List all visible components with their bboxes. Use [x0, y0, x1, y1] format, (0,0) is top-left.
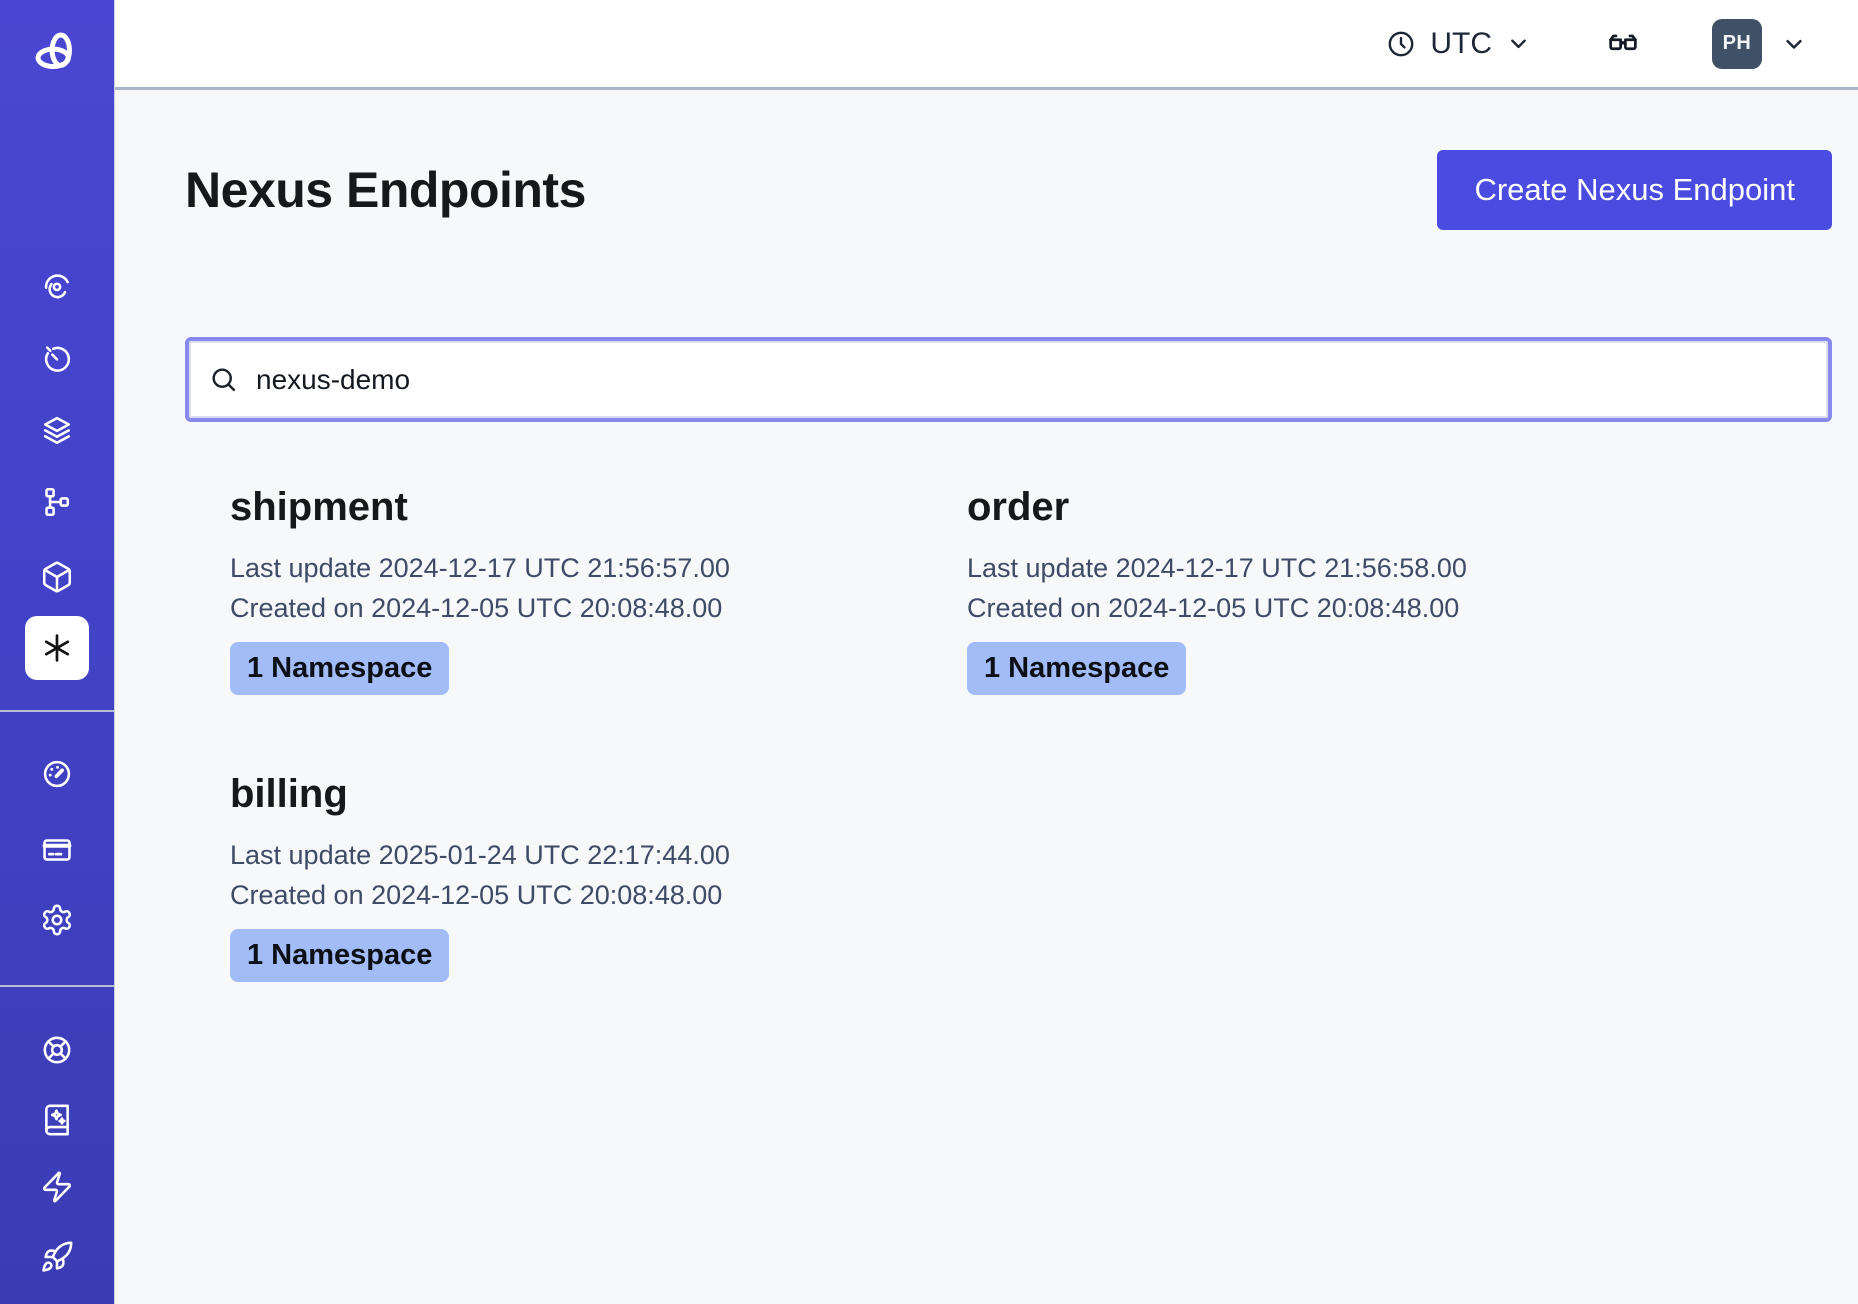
sidebar-divider [0, 710, 114, 712]
sidebar-item-getting-started[interactable] [25, 1225, 89, 1289]
support-lifebuoy-icon [40, 1033, 74, 1067]
sidebar-item-support[interactable] [25, 1018, 89, 1082]
chevron-down-icon [1780, 30, 1808, 58]
sidebar-item-workflows[interactable] [25, 254, 89, 318]
endpoint-name: billing [230, 772, 922, 817]
namespace-count-badge: 1 Namespace [230, 642, 449, 695]
deployments-icon [40, 413, 74, 447]
user-menu[interactable]: PH [1712, 19, 1808, 69]
endpoint-created-on: Created on 2024-12-05 UTC 20:08:48.00 [967, 588, 1659, 628]
page-header-row: Nexus Endpoints Create Nexus Endpoint [185, 140, 1832, 240]
endpoint-search-input[interactable] [254, 363, 1809, 397]
feedback-zap-icon [40, 1170, 74, 1204]
labs-toggle-button[interactable] [1604, 25, 1642, 63]
avatar: PH [1712, 19, 1762, 69]
endpoint-created-on: Created on 2024-12-05 UTC 20:08:48.00 [230, 875, 922, 915]
sidebar-item-docs[interactable] [25, 1088, 89, 1152]
docs-book-icon [40, 1103, 74, 1137]
chevron-down-icon [1505, 30, 1532, 57]
namespace-count-badge: 1 Namespace [967, 642, 1186, 695]
sidebar-divider [0, 985, 114, 987]
endpoint-card-grid: shipment Last update 2024-12-17 UTC 21:5… [185, 485, 1832, 1059]
sidebar-item-deployments[interactable] [25, 398, 89, 462]
endpoint-last-update: Last update 2024-12-17 UTC 21:56:57.00 [230, 548, 922, 588]
sidebar [0, 0, 115, 1304]
sidebar-item-nexus-active[interactable] [25, 616, 89, 680]
sidebar-item-settings[interactable] [25, 888, 89, 952]
nexus-icon [38, 629, 76, 667]
temporal-logo[interactable] [0, 28, 114, 80]
main-content: Nexus Endpoints Create Nexus Endpoint sh… [115, 90, 1858, 1304]
sidebar-item-feedback[interactable] [25, 1155, 89, 1219]
page-title: Nexus Endpoints [185, 161, 586, 219]
endpoint-last-update: Last update 2024-12-17 UTC 21:56:58.00 [967, 548, 1659, 588]
workflows-icon [40, 269, 74, 303]
timezone-picker[interactable]: UTC [1385, 27, 1532, 61]
billing-card-icon [40, 833, 74, 867]
batch-operations-icon [40, 485, 74, 519]
search-icon [208, 364, 239, 395]
endpoint-name: shipment [230, 485, 922, 530]
settings-gear-icon [40, 903, 74, 937]
sidebar-item-batch-operations[interactable] [25, 470, 89, 534]
sidebar-item-usage[interactable] [25, 742, 89, 806]
endpoint-card[interactable]: order Last update 2024-12-17 UTC 21:56:5… [922, 485, 1659, 695]
timezone-label: UTC [1430, 27, 1492, 61]
getting-started-rocket-icon [40, 1240, 74, 1274]
endpoint-card[interactable]: shipment Last update 2024-12-17 UTC 21:5… [185, 485, 922, 695]
glasses-icon [1604, 25, 1642, 63]
clock-icon [1385, 28, 1417, 60]
namespace-count-badge: 1 Namespace [230, 929, 449, 982]
endpoint-name: order [967, 485, 1659, 530]
create-nexus-endpoint-button[interactable]: Create Nexus Endpoint [1437, 150, 1832, 230]
top-bar: UTC PH [115, 0, 1858, 90]
endpoint-last-update: Last update 2025-01-24 UTC 22:17:44.00 [230, 835, 922, 875]
usage-gauge-icon [40, 757, 74, 791]
sidebar-item-namespaces[interactable] [25, 545, 89, 609]
schedules-icon [40, 341, 74, 375]
sidebar-item-schedules[interactable] [25, 326, 89, 390]
app-window: UTC PH Nexus Endpoints Create Nexu [0, 0, 1858, 1304]
namespaces-icon [40, 560, 74, 594]
endpoint-created-on: Created on 2024-12-05 UTC 20:08:48.00 [230, 588, 922, 628]
sidebar-item-billing[interactable] [25, 818, 89, 882]
endpoint-card[interactable]: billing Last update 2025-01-24 UTC 22:17… [185, 772, 922, 982]
endpoint-search-box [185, 337, 1832, 422]
